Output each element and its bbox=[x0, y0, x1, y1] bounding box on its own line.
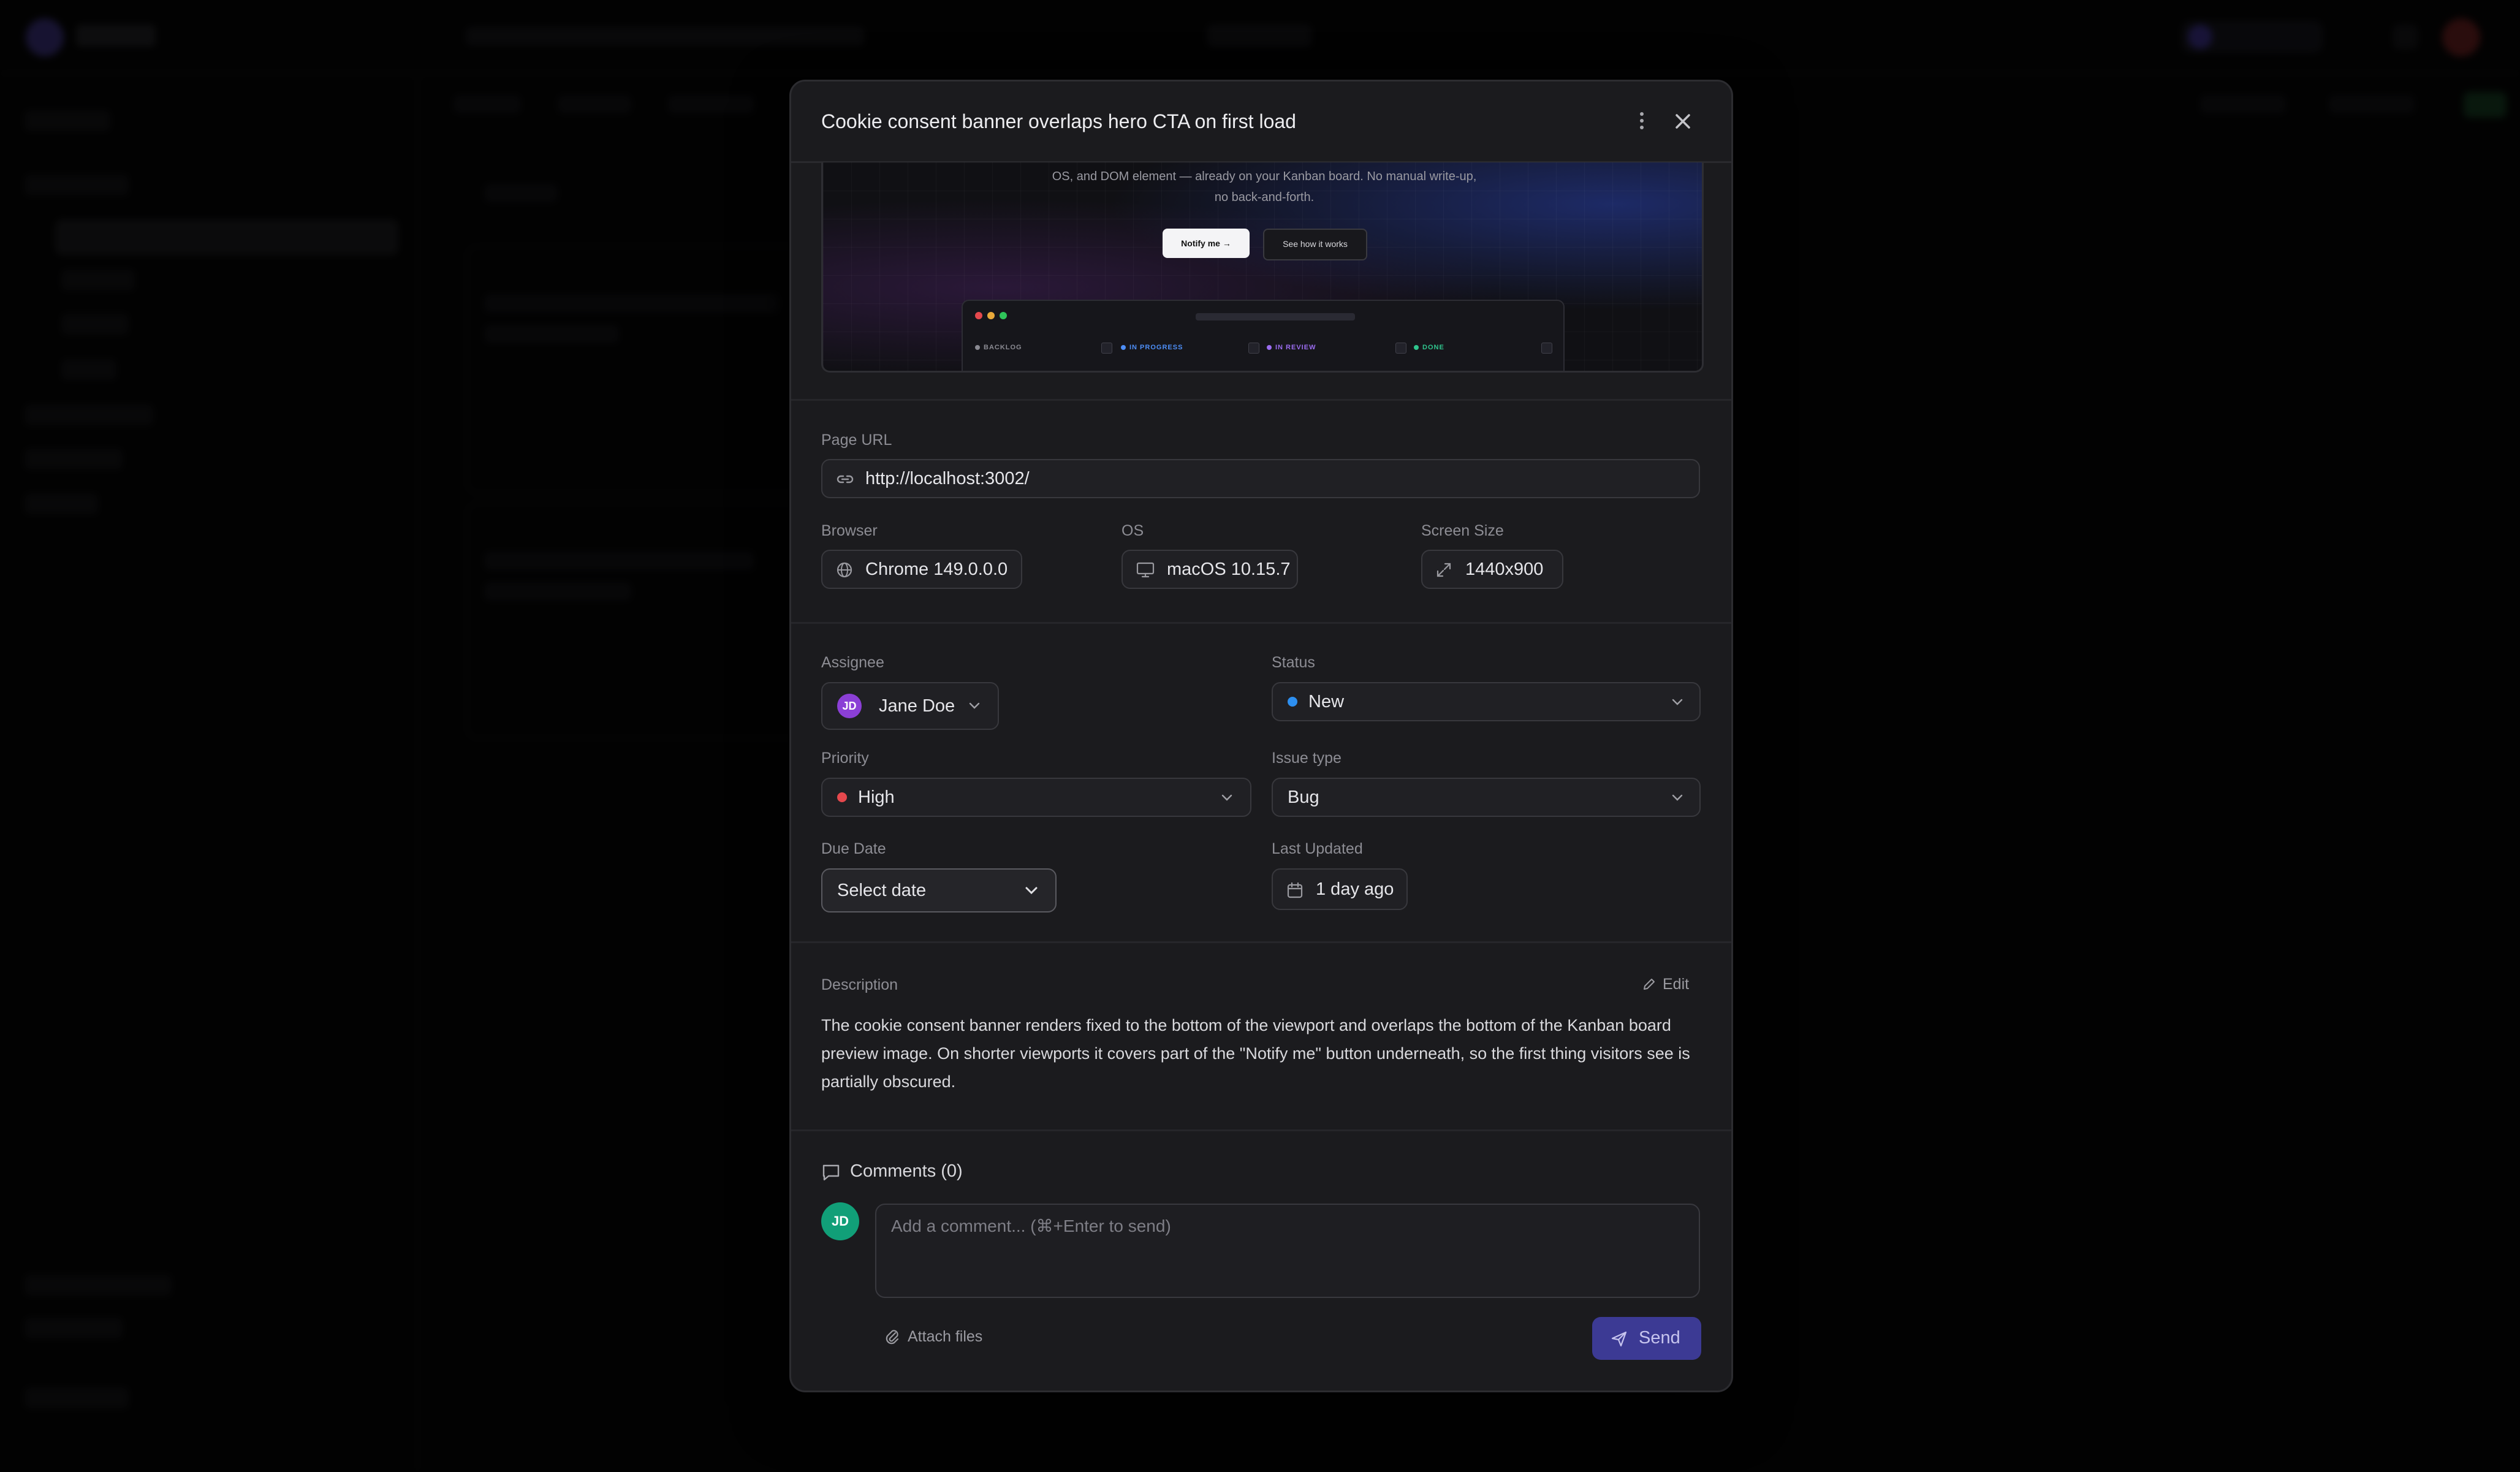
screen-size-chip: 1440x900 bbox=[1421, 550, 1563, 589]
status-label: Status bbox=[1272, 654, 1315, 671]
current-user-avatar: JD bbox=[821, 1202, 859, 1240]
send-button[interactable]: Send bbox=[1592, 1317, 1701, 1360]
chevron-down-icon bbox=[969, 702, 980, 709]
preview-column-icon bbox=[1101, 343, 1112, 354]
chevron-down-icon bbox=[1221, 794, 1232, 801]
due-date-select[interactable]: Select date bbox=[821, 868, 1057, 912]
assignee-label: Assignee bbox=[821, 654, 884, 671]
due-date-label: Due Date bbox=[821, 840, 886, 857]
status-value: New bbox=[1308, 692, 1345, 711]
browser-value: Chrome 149.0.0.0 bbox=[865, 560, 1008, 579]
preview-url-bar bbox=[1196, 313, 1355, 321]
page-url-field[interactable]: http://localhost:3002/ bbox=[821, 459, 1700, 498]
divider bbox=[791, 941, 1731, 943]
preview-column-icon bbox=[1248, 343, 1259, 354]
preview-window-dot bbox=[1000, 312, 1007, 319]
issue-detail-modal: Cookie consent banner overlaps hero CTA … bbox=[789, 80, 1733, 1392]
modal-title: Cookie consent banner overlaps hero CTA … bbox=[821, 110, 1296, 132]
pencil-icon bbox=[1644, 979, 1655, 990]
chevron-down-icon bbox=[1672, 699, 1683, 705]
assignee-select[interactable]: JD Jane Doe bbox=[821, 682, 999, 730]
comment-input-box[interactable] bbox=[875, 1204, 1700, 1298]
priority-select[interactable]: High bbox=[821, 778, 1251, 817]
more-options-icon[interactable] bbox=[1630, 108, 1654, 133]
preview-column-in-progress: IN PROGRESS bbox=[1121, 344, 1183, 351]
screenshot-preview[interactable]: OS, and DOM element — already on your Ka… bbox=[821, 162, 1704, 373]
expand-icon bbox=[1436, 563, 1451, 577]
status-dot bbox=[1288, 697, 1297, 707]
preview-column-in-review: IN REVIEW bbox=[1267, 344, 1316, 351]
issue-type-value: Bug bbox=[1288, 787, 1319, 807]
preview-window-dot bbox=[975, 312, 982, 319]
preview-window-dot bbox=[987, 312, 995, 319]
browser-label: Browser bbox=[821, 522, 878, 539]
status-select[interactable]: New bbox=[1272, 682, 1701, 721]
close-icon[interactable] bbox=[1670, 108, 1696, 134]
calendar-icon bbox=[1287, 882, 1303, 898]
priority-dot bbox=[837, 792, 847, 802]
assignee-avatar: JD bbox=[837, 694, 862, 718]
priority-label: Priority bbox=[821, 749, 869, 767]
divider bbox=[791, 1129, 1731, 1131]
os-label: OS bbox=[1121, 522, 1144, 539]
link-icon bbox=[837, 475, 854, 484]
preview-column-done: DONE bbox=[1414, 344, 1444, 351]
divider bbox=[791, 622, 1731, 624]
description-text: The cookie consent banner renders fixed … bbox=[821, 1016, 1690, 1091]
priority-value: High bbox=[858, 787, 895, 807]
last-updated-chip: 1 day ago bbox=[1272, 868, 1408, 910]
issue-type-select[interactable]: Bug bbox=[1272, 778, 1701, 817]
preview-text: OS, and DOM element — already on your Ka… bbox=[1052, 170, 1477, 204]
issue-type-label: Issue type bbox=[1272, 749, 1342, 767]
chevron-down-icon bbox=[1025, 887, 1038, 895]
preview-column-backlog: BACKLOG bbox=[975, 344, 1022, 351]
attach-files-label: Attach files bbox=[908, 1328, 983, 1345]
last-updated-value: 1 day ago bbox=[1316, 879, 1394, 899]
due-date-value: Select date bbox=[837, 881, 927, 900]
last-updated-label: Last Updated bbox=[1272, 840, 1363, 857]
assignee-name: Jane Doe bbox=[879, 696, 955, 716]
edit-label: Edit bbox=[1663, 976, 1690, 993]
preview-kanban-board: BACKLOG IN PROGRESS IN REVIEW DONE bbox=[962, 300, 1565, 371]
chevron-down-icon bbox=[1672, 794, 1683, 801]
globe-icon bbox=[837, 562, 852, 578]
paperclip-icon bbox=[886, 1330, 899, 1345]
preview-column-icon bbox=[1541, 343, 1552, 354]
preview-notify-button: Notify me → bbox=[1163, 229, 1250, 258]
send-label: Send bbox=[1639, 1328, 1680, 1348]
comment-icon bbox=[822, 1164, 840, 1181]
preview-how-button: See how it works bbox=[1263, 229, 1367, 260]
comment-input[interactable] bbox=[876, 1205, 1699, 1297]
preview-column-icon bbox=[1395, 343, 1406, 354]
monitor-icon bbox=[1136, 562, 1155, 578]
send-icon bbox=[1611, 1331, 1627, 1347]
screen-size-value: 1440x900 bbox=[1465, 560, 1544, 579]
page-url-label: Page URL bbox=[821, 431, 892, 449]
modal-header: Cookie consent banner overlaps hero CTA … bbox=[791, 82, 1731, 163]
browser-chip: Chrome 149.0.0.0 bbox=[821, 550, 1022, 589]
comments-title: Comments (0) bbox=[850, 1161, 963, 1181]
os-value: macOS 10.15.7 bbox=[1167, 560, 1291, 579]
description-label: Description bbox=[821, 976, 898, 993]
screen-size-label: Screen Size bbox=[1421, 522, 1504, 539]
os-chip: macOS 10.15.7 bbox=[1121, 550, 1298, 589]
page-url-value: http://localhost:3002/ bbox=[865, 469, 1030, 488]
divider bbox=[791, 399, 1731, 401]
